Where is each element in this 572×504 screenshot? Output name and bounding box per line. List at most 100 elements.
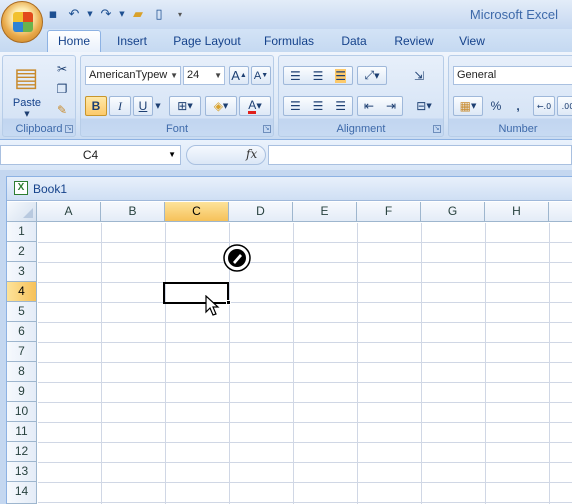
number-format-combo[interactable]: General [453,66,572,85]
font-name-value: AmericanTypew [89,69,168,81]
increase-decimal-icon[interactable]: ←.0 [533,96,555,116]
italic-button[interactable]: I [109,96,131,116]
insert-function-button[interactable]: fx [246,147,257,161]
row-header-12[interactable]: 12 [7,442,37,462]
underline-dropdown-icon[interactable]: ▼ [153,96,163,116]
align-left-icon[interactable]: ☰ [290,99,301,113]
borders-icon: ⊞ [177,99,188,113]
underline-button[interactable]: U [133,96,153,116]
row-header-5[interactable]: 5 [7,302,37,322]
name-box[interactable]: C4 ▼ [0,145,181,165]
cut-icon[interactable]: ✂ [53,61,71,77]
row-header-11[interactable]: 11 [7,422,37,442]
bold-button[interactable]: B [85,96,107,116]
row-header-2[interactable]: 2 [7,242,37,262]
office-button[interactable] [1,1,43,43]
select-all-button[interactable] [7,202,37,222]
decrease-decimal-icon[interactable]: .00 [557,96,572,116]
row-header-8[interactable]: 8 [7,362,37,382]
row-header-1[interactable]: 1 [7,222,37,242]
column-header-a[interactable]: A [37,202,101,222]
currency-button[interactable]: ▦ ▼ [453,96,483,116]
fill-handle[interactable] [226,300,231,305]
tab-formulas[interactable]: Formulas [258,32,320,52]
font-name-dropdown-icon[interactable]: ▼ [170,67,178,84]
row-header-6[interactable]: 6 [7,322,37,342]
column-header-g[interactable]: G [421,202,485,222]
font-launcher-icon[interactable]: ↘ [263,125,271,133]
alignment-launcher-icon[interactable]: ↘ [433,125,441,133]
tab-data[interactable]: Data [334,32,374,52]
clipboard-launcher-icon[interactable]: ↘ [65,125,73,133]
orientation-button[interactable]: ⤢ ▼ [357,66,387,85]
tab-page-layout[interactable]: Page Layout [168,32,246,52]
alignment-group-label: Alignment [336,123,386,135]
paste-icon[interactable]: ▤ [11,60,41,96]
save-icon[interactable]: ▪ [44,5,62,23]
merge-center-button[interactable]: ⊟ ▼ [409,96,439,116]
column-header-e[interactable]: E [293,202,357,222]
font-color-button[interactable]: A ▼ [239,96,271,116]
align-right-icon[interactable]: ☰ [335,99,346,113]
column-header-i[interactable] [549,202,572,222]
align-middle-icon[interactable]: ☰ [313,69,324,83]
column-header-b[interactable]: B [101,202,165,222]
row-header-4[interactable]: 4 [7,282,37,302]
align-top-icon[interactable]: ☰ [290,69,301,83]
font-size-combo[interactable]: 24 ▼ [183,66,225,85]
cell-area[interactable] [38,223,572,504]
font-name-combo[interactable]: AmericanTypew ▼ [85,66,181,85]
formula-input[interactable] [268,145,572,165]
tab-view[interactable]: View [452,32,492,52]
workbook-name: Book1 [33,182,68,196]
fill-color-icon: ◈ [213,99,223,113]
row-header-3[interactable]: 3 [7,262,37,282]
row-header-14[interactable]: 14 [7,482,37,504]
new-icon[interactable]: ▯ [150,5,168,23]
increase-indent-icon[interactable]: ⇥ [386,99,396,113]
open-icon[interactable]: ▰ [129,5,147,23]
format-painter-icon[interactable]: ✎ [53,102,71,118]
align-bottom-icon[interactable]: ☰ [335,68,347,83]
row-header-9[interactable]: 9 [7,382,37,402]
shrink-font-button[interactable]: A ▼ [251,66,271,85]
orientation-icon: ⤢ [364,68,375,82]
copy-icon[interactable]: ❐ [53,81,71,97]
font-group-label: Font [165,123,188,135]
tab-insert[interactable]: Insert [108,32,156,52]
ribbon-tabs: Home Insert Page Layout Formulas Data Re… [0,29,572,52]
column-header-h[interactable]: H [485,202,549,222]
row-header-7[interactable]: 7 [7,342,37,362]
name-box-dropdown-icon[interactable]: ▼ [168,146,176,164]
name-box-value: C4 [82,148,99,162]
paste-dropdown-icon[interactable]: ▼ [21,110,33,118]
horizontal-align-buttons: ☰ ☰ ☰ [283,96,353,116]
clipboard-group: ▤ Paste ▼ ✂ ❐ ✎ Clipboard ↘ [2,55,76,137]
row-header-13[interactable]: 13 [7,462,37,482]
borders-button[interactable]: ⊞ ▼ [169,96,201,116]
decrease-indent-icon[interactable]: ⇤ [364,99,374,113]
fill-color-button[interactable]: ◈ ▼ [205,96,237,116]
paste-button[interactable]: Paste [7,96,47,110]
undo-dropdown-icon[interactable]: ▼ [86,5,94,23]
comma-button[interactable]: , [511,96,525,116]
font-size-dropdown-icon[interactable]: ▼ [214,67,222,84]
wrap-text-icon[interactable]: ⇲ [409,66,429,85]
customize-qat-icon[interactable]: ▾ [171,5,189,23]
undo-icon[interactable]: ↶ [65,5,83,23]
column-header-d[interactable]: D [229,202,293,222]
redo-dropdown-icon[interactable]: ▼ [118,5,126,23]
tab-home[interactable]: Home [47,30,101,52]
align-center-icon[interactable]: ☰ [313,99,324,113]
column-header-f[interactable]: F [357,202,421,222]
column-header-c[interactable]: C [165,202,229,222]
merge-center-icon: ⊟ [416,99,427,113]
office-logo-icon [13,12,33,32]
tab-review[interactable]: Review [388,32,440,52]
row-header-10[interactable]: 10 [7,402,37,422]
number-group: General ▦ ▼ % , ←.0 .00 Number [448,55,572,137]
ribbon: ▤ Paste ▼ ✂ ❐ ✎ Clipboard ↘ AmericanType… [0,52,572,140]
redo-icon[interactable]: ↷ [97,5,115,23]
grow-font-button[interactable]: A ▲ [229,66,249,85]
percent-button[interactable]: % [487,96,505,116]
